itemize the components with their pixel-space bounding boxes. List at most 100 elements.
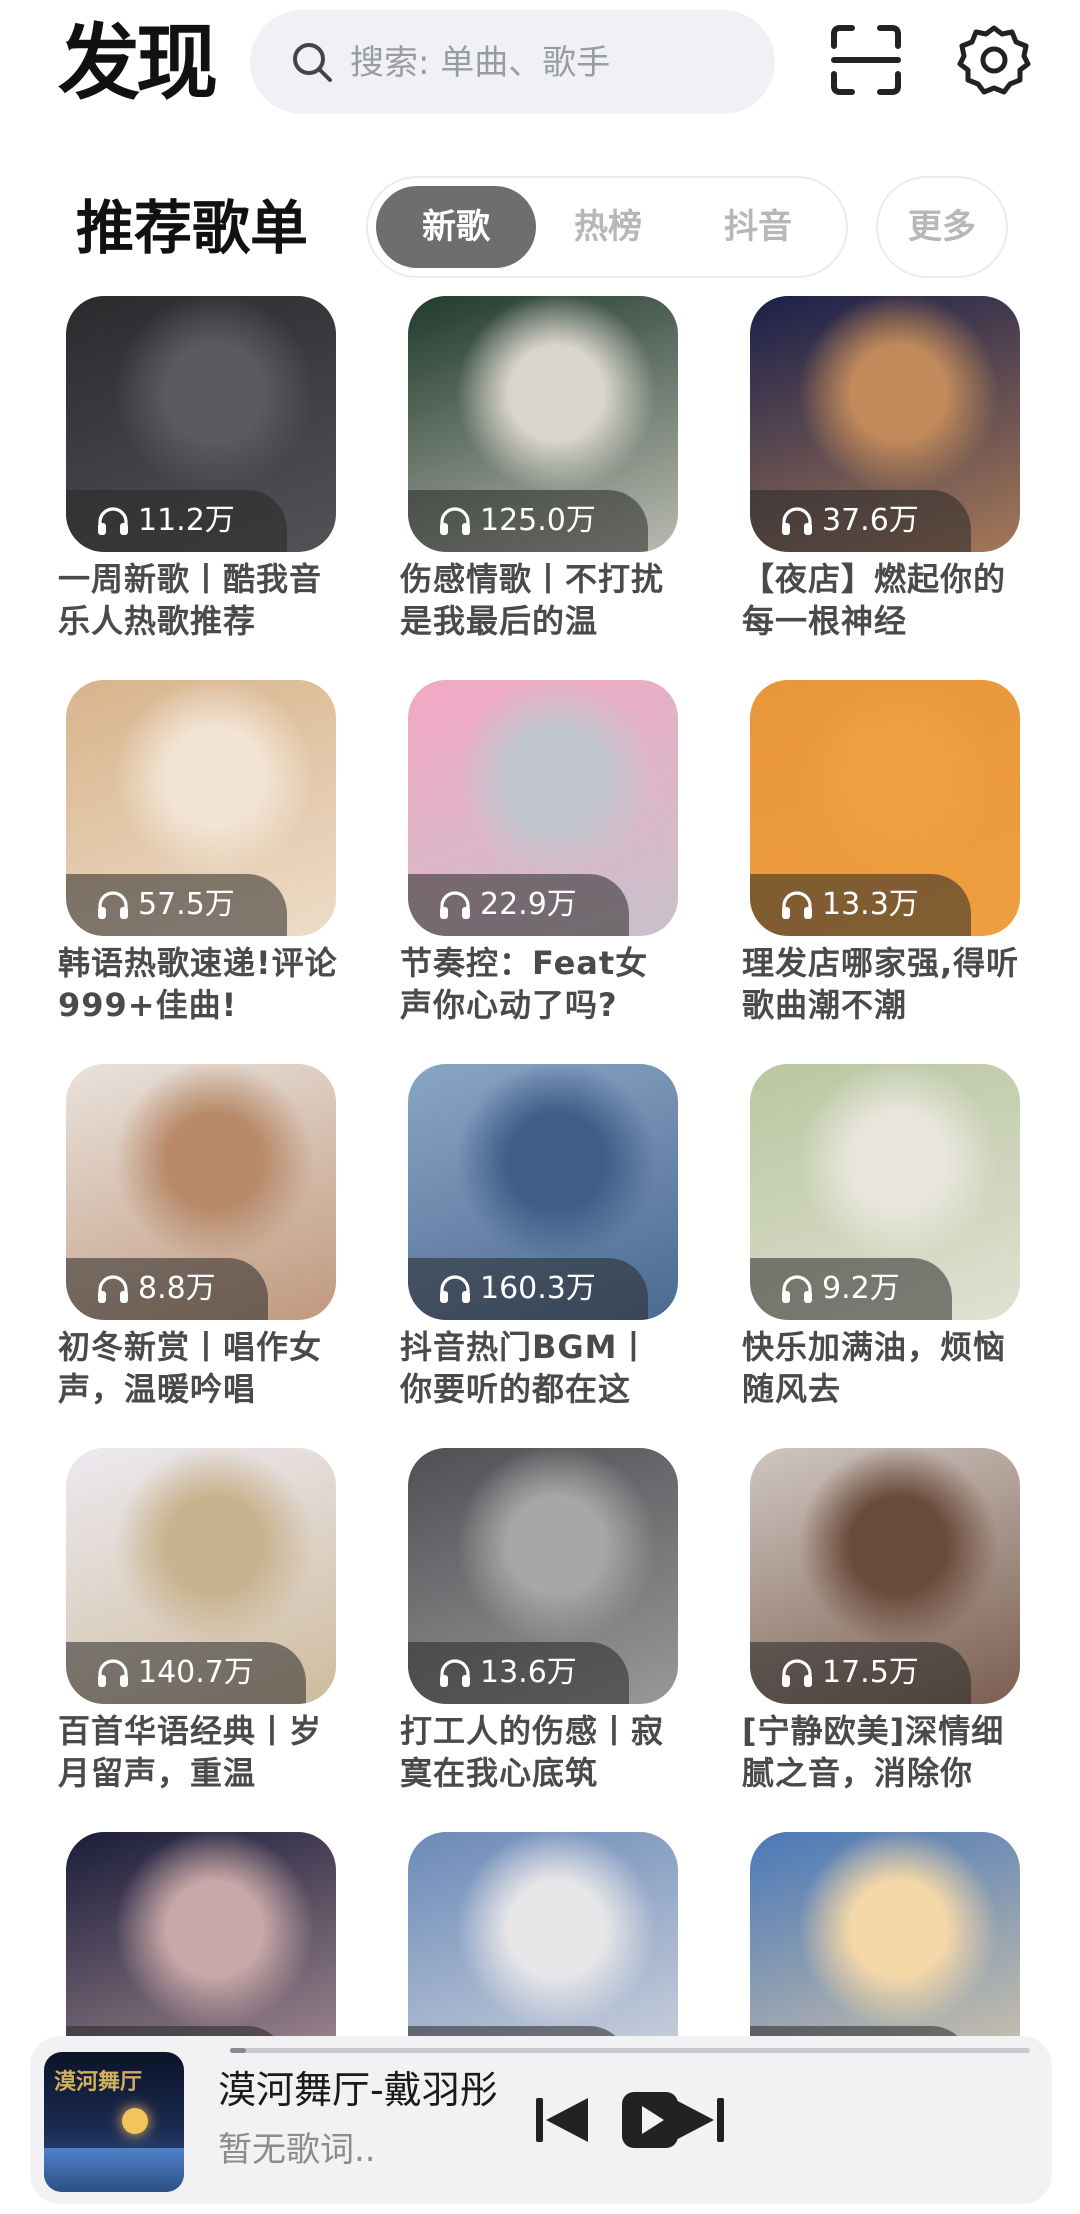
headphones-icon	[98, 507, 128, 535]
play-count-badge: 37.6万	[750, 490, 971, 552]
tab-douyin[interactable]: 抖音	[678, 186, 838, 268]
playlist-cover[interactable]: 37.6万	[750, 296, 1020, 552]
play-count-badge: 57.5万	[66, 874, 287, 936]
lyric-line: 暂无歌词..	[218, 2130, 376, 2170]
play-count-badge: 160.3万	[408, 1258, 648, 1320]
section-title: 推荐歌单	[76, 194, 309, 262]
playlist-card[interactable]: 24.3万	[742, 1832, 1042, 2066]
play-count: 125.0万	[480, 503, 596, 538]
play-count-badge: 13.3万	[750, 874, 971, 936]
playlist-cover[interactable]: 160.3万	[408, 1064, 678, 1320]
playlist-cover[interactable]: 22.6万	[408, 1832, 678, 2066]
headphones-icon	[98, 891, 128, 919]
play-count: 17.5万	[822, 1655, 919, 1690]
playlist-title[interactable]: 伤感情歌丨不打扰是我最后的温	[400, 558, 680, 642]
playlist-title[interactable]: 一周新歌丨酷我音乐人热歌推荐	[58, 558, 338, 642]
page-title: 发现	[58, 16, 218, 111]
next-icon[interactable]	[666, 2088, 730, 2152]
play-count: 13.6万	[480, 1655, 577, 1690]
playlist-card[interactable]: 77.4万	[58, 1832, 358, 2066]
playlist-card[interactable]: 22.6万	[400, 1832, 700, 2066]
playlist-cover[interactable]: 22.9万	[408, 680, 678, 936]
playlist-cover[interactable]: 9.2万	[750, 1064, 1020, 1320]
headphones-icon	[782, 1275, 812, 1303]
category-tabs: 新歌 热榜 抖音	[366, 176, 848, 278]
headphones-icon	[782, 891, 812, 919]
playlist-card[interactable]: 11.2万一周新歌丨酷我音乐人热歌推荐	[58, 296, 358, 656]
playlist-cover[interactable]: 77.4万	[66, 1832, 336, 2066]
playlist-card[interactable]: 57.5万韩语热歌速递!评论999+佳曲!	[58, 680, 358, 1040]
play-count: 22.9万	[480, 887, 577, 922]
tab-hot-chart[interactable]: 热榜	[528, 186, 688, 268]
playlist-cover[interactable]: 13.3万	[750, 680, 1020, 936]
playlist-cover[interactable]: 57.5万	[66, 680, 336, 936]
previous-icon[interactable]	[530, 2088, 594, 2152]
play-count: 140.7万	[138, 1655, 254, 1690]
playlist-cover[interactable]: 125.0万	[408, 296, 678, 552]
playlist-card[interactable]: 125.0万伤感情歌丨不打扰是我最后的温	[400, 296, 700, 656]
playlist-card[interactable]: 160.3万抖音热门BGM丨你要听的都在这	[400, 1064, 700, 1424]
play-count: 37.6万	[822, 503, 919, 538]
playlist-title[interactable]: 韩语热歌速递!评论999+佳曲!	[58, 942, 338, 1026]
headphones-icon	[98, 1275, 128, 1303]
play-count: 9.2万	[822, 1271, 900, 1306]
playlist-title[interactable]: 抖音热门BGM丨你要听的都在这	[400, 1326, 680, 1410]
headphones-icon	[440, 1659, 470, 1687]
playlist-card[interactable]: 9.2万快乐加满油，烦恼随风去	[742, 1064, 1042, 1424]
progress-fill	[230, 2048, 246, 2053]
player-cover[interactable]: 漠河舞厅	[44, 2052, 184, 2192]
playlist-grid: 11.2万一周新歌丨酷我音乐人热歌推荐 125.0万伤感情歌丨不打扰是我最后的温…	[0, 296, 1080, 2066]
play-count-badge: 9.2万	[750, 1258, 952, 1320]
play-count-badge: 17.5万	[750, 1642, 971, 1704]
more-button[interactable]: 更多	[876, 176, 1008, 278]
headphones-icon	[440, 891, 470, 919]
cover-water	[44, 2148, 184, 2192]
play-count: 13.3万	[822, 887, 919, 922]
playlist-card[interactable]: 22.9万节奏控：Feat女声你心动了吗?	[400, 680, 700, 1040]
playlist-title[interactable]: 【夜店】燃起你的每一根神经	[742, 558, 1022, 642]
playlist-title[interactable]: [宁静欧美]深情细腻之音，消除你	[742, 1710, 1022, 1794]
playlist-card[interactable]: 140.7万百首华语经典丨岁月留声，重温	[58, 1448, 358, 1808]
gear-icon[interactable]	[956, 22, 1032, 98]
playlist-card[interactable]: 37.6万【夜店】燃起你的每一根神经	[742, 296, 1042, 656]
cover-text: 漠河舞厅	[54, 2070, 143, 2095]
playlist-cover[interactable]: 11.2万	[66, 296, 336, 552]
play-count: 8.8万	[138, 1271, 216, 1306]
mini-player[interactable]: 漠河舞厅 漠河舞厅-戴羽彤 暂无歌词..	[30, 2036, 1052, 2204]
playlist-title[interactable]: 百首华语经典丨岁月留声，重温	[58, 1710, 338, 1794]
playlist-title[interactable]: 节奏控：Feat女声你心动了吗?	[400, 942, 680, 1026]
playlist-title[interactable]: 初冬新赏丨唱作女声，温暖吟唱	[58, 1326, 338, 1410]
play-count: 11.2万	[138, 503, 235, 538]
playlist-card[interactable]: 17.5万 [宁静欧美]深情细腻之音，消除你	[742, 1448, 1042, 1808]
headphones-icon	[782, 1659, 812, 1687]
playlist-cover[interactable]: 17.5万	[750, 1448, 1020, 1704]
play-count-badge: 11.2万	[66, 490, 287, 552]
search-icon	[293, 43, 332, 82]
playlist-title[interactable]: 打工人的伤感丨寂寞在我心底筑	[400, 1710, 680, 1794]
cover-moon	[122, 2108, 148, 2134]
headphones-icon	[782, 507, 812, 535]
headphones-icon	[440, 507, 470, 535]
playlist-title[interactable]: 快乐加满油，烦恼随风去	[742, 1326, 1022, 1410]
playlist-cover[interactable]: 13.6万	[408, 1448, 678, 1704]
playlist-card[interactable]: 13.6万打工人的伤感丨寂寞在我心底筑	[400, 1448, 700, 1808]
play-count-badge: 22.9万	[408, 874, 629, 936]
playlist-cover[interactable]: 140.7万	[66, 1448, 336, 1704]
search-input[interactable]	[348, 10, 752, 116]
playlist-title[interactable]: 理发店哪家强,得听歌曲潮不潮	[742, 942, 1022, 1026]
headphones-icon	[440, 1275, 470, 1303]
play-count: 57.5万	[138, 887, 235, 922]
playlist-card[interactable]: 8.8万初冬新赏丨唱作女声，温暖吟唱	[58, 1064, 358, 1424]
play-count-badge: 8.8万	[66, 1258, 268, 1320]
playlist-cover[interactable]: 8.8万	[66, 1064, 336, 1320]
headphones-icon	[98, 1659, 128, 1687]
tab-new-songs[interactable]: 新歌	[376, 186, 536, 268]
playlist-cover[interactable]: 24.3万	[750, 1832, 1020, 2066]
play-count-badge: 140.7万	[66, 1642, 306, 1704]
play-count: 160.3万	[480, 1271, 596, 1306]
song-title: 漠河舞厅-戴羽彤	[218, 2068, 498, 2112]
scan-icon[interactable]	[828, 22, 904, 98]
search-bar[interactable]	[250, 10, 775, 116]
playlist-card[interactable]: 13.3万理发店哪家强,得听歌曲潮不潮	[742, 680, 1042, 1040]
progress-bar[interactable]	[230, 2048, 1030, 2053]
